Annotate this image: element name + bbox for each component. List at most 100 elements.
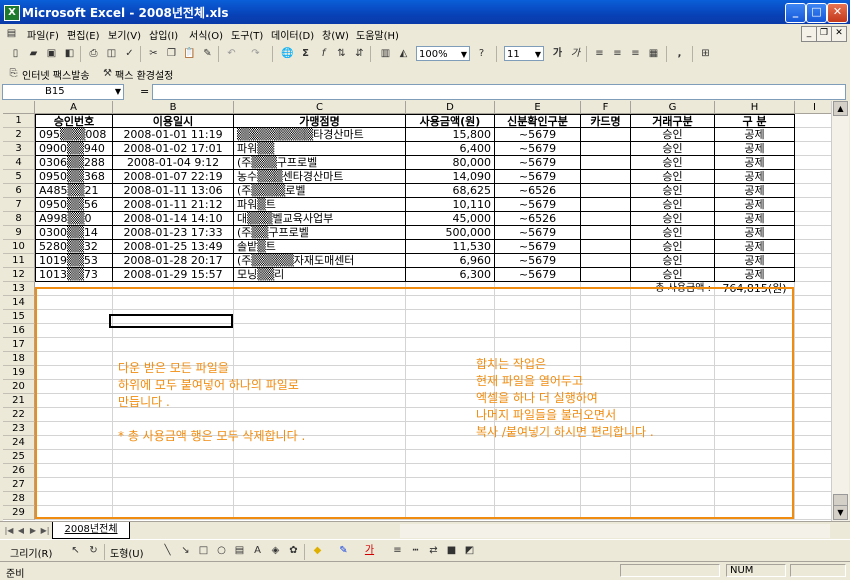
vertical-scrollbar[interactable]: ▲ ▼ [831,101,849,521]
table-cell[interactable]: 0900▒▒940 [35,142,113,156]
table-cell[interactable]: 공제 [715,170,795,184]
grid-cell[interactable] [795,352,831,366]
table-cell[interactable]: 파워▒트 [234,198,406,212]
table-cell[interactable]: 6,400 [406,142,495,156]
table-cell[interactable]: (주▒▒▒▒로벨 [234,184,406,198]
table-cell[interactable]: 승인 [631,184,715,198]
table-cell[interactable]: 0300▒▒14 [35,226,113,240]
fill-color-icon[interactable]: ◆ [310,543,325,558]
table-cell[interactable]: 2008-01-11 21:12 [113,198,234,212]
table-cell[interactable]: ~5679 [495,128,581,142]
grid-cell[interactable] [795,478,831,492]
row-header[interactable]: 17 [3,338,35,352]
grid-cell[interactable] [795,422,831,436]
table-cell[interactable] [581,268,631,282]
table-header-cell[interactable]: 구 분 [715,114,795,128]
table-cell[interactable]: 공제 [715,268,795,282]
column-header[interactable]: D [406,101,495,114]
menu-tools[interactable]: 도구(T) [231,27,263,42]
grid-cell[interactable] [795,436,831,450]
table-cell[interactable]: 공제 [715,240,795,254]
fax-settings-button[interactable]: 팩스 환경설정 [115,67,173,82]
menu-edit[interactable]: 편집(E) [67,27,100,42]
menu-insert[interactable]: 삽입(I) [149,27,178,42]
grid-cell[interactable] [795,282,831,296]
sheet-tab[interactable]: 2008년전체 [52,522,130,539]
grid-cell[interactable] [795,142,831,156]
prev-sheet-icon[interactable]: ◀ [16,525,26,537]
next-sheet-icon[interactable]: ▶ [28,525,38,537]
autoshapes-button[interactable]: 도형(U) [110,545,144,560]
row-header[interactable]: 1 [3,114,35,128]
grid-cell[interactable] [795,296,831,310]
doc-close-button[interactable]: ✕ [831,26,847,42]
row-header[interactable]: 21 [3,394,35,408]
sort-desc-icon[interactable]: ⇵ [352,46,367,61]
table-header-cell[interactable]: 사용금액(원) [406,114,495,128]
bold-button[interactable]: 가 [550,46,565,61]
table-cell[interactable]: 0950▒▒368 [35,170,113,184]
row-header[interactable]: 23 [3,422,35,436]
table-cell[interactable] [581,254,631,268]
table-cell[interactable]: A485▒▒21 [35,184,113,198]
zoom-combo[interactable]: 100% ▼ [416,46,470,61]
table-cell[interactable]: 공제 [715,212,795,226]
hyperlink-icon[interactable]: 🌐 [280,46,295,61]
3d-icon[interactable]: ◩ [462,543,477,558]
column-header[interactable]: E [495,101,581,114]
menu-data[interactable]: 데이터(D) [271,27,314,42]
column-header[interactable]: H [715,101,795,114]
row-header[interactable]: 25 [3,450,35,464]
table-cell[interactable]: 공제 [715,254,795,268]
format-painter-icon[interactable]: ✎ [200,46,215,61]
row-header[interactable]: 11 [3,254,35,268]
clipart-icon[interactable]: ✿ [286,543,301,558]
table-cell[interactable]: 80,000 [406,156,495,170]
column-header[interactable]: G [631,101,715,114]
row-header[interactable]: 22 [3,408,35,422]
grid-cell[interactable] [795,212,831,226]
table-header-cell[interactable]: 신분확인구분 [495,114,581,128]
table-cell[interactable]: 6,960 [406,254,495,268]
table-cell[interactable]: ~6526 [495,212,581,226]
table-cell[interactable]: 승인 [631,142,715,156]
table-cell[interactable] [581,226,631,240]
table-cell[interactable]: ~5679 [495,268,581,282]
grid-cell[interactable] [795,254,831,268]
grid-cell[interactable] [795,380,831,394]
table-cell[interactable] [581,142,631,156]
table-cell[interactable]: 승인 [631,226,715,240]
table-cell[interactable]: 5280▒▒32 [35,240,113,254]
shadow-icon[interactable]: ■ [444,543,459,558]
font-size-combo[interactable]: 11 ▼ [504,46,544,61]
table-cell[interactable]: 2008-01-29 15:57 [113,268,234,282]
name-box[interactable]: B15 ▼ [2,84,124,100]
undo-icon[interactable]: ↶ [224,46,239,61]
table-cell[interactable]: ~5679 [495,156,581,170]
table-cell[interactable] [581,212,631,226]
table-cell[interactable]: A998▒▒0 [35,212,113,226]
row-header[interactable]: 29 [3,506,35,520]
doc-minimize-button[interactable]: _ [801,26,817,42]
table-cell[interactable]: 500,000 [406,226,495,240]
autosum-icon[interactable]: Σ [298,46,313,61]
row-header[interactable]: 28 [3,492,35,506]
row-header[interactable]: 6 [3,184,35,198]
table-cell[interactable]: 095▒▒▒008 [35,128,113,142]
row-header[interactable]: 12 [3,268,35,282]
grid-cell[interactable] [795,128,831,142]
row-header[interactable]: 13 [3,282,35,296]
table-cell[interactable]: 14,090 [406,170,495,184]
row-header[interactable]: 18 [3,352,35,366]
line-style-icon[interactable]: ≡ [390,543,405,558]
scroll-up-icon[interactable]: ▲ [833,101,848,116]
table-cell[interactable]: (주▒▒▒구프로벨 [234,156,406,170]
arrow-icon[interactable]: ↘ [178,543,193,558]
table-cell[interactable]: 승인 [631,128,715,142]
table-cell[interactable]: (주▒▒▒▒▒자재도매센터 [234,254,406,268]
row-header[interactable]: 20 [3,380,35,394]
table-cell[interactable]: 2008-01-14 14:10 [113,212,234,226]
table-cell[interactable]: 0950▒▒56 [35,198,113,212]
table-cell[interactable]: 승인 [631,254,715,268]
table-cell[interactable]: 공제 [715,198,795,212]
